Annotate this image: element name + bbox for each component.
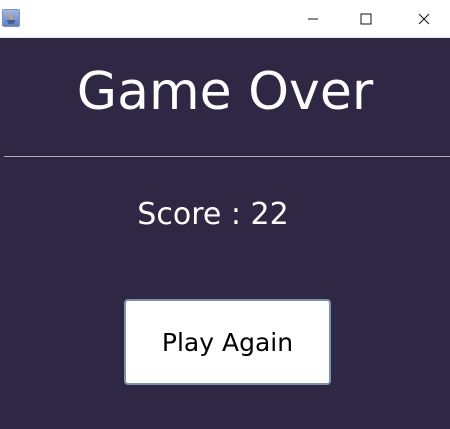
score-label: Score : 22 bbox=[137, 197, 289, 232]
game-window: Game Over Score : 22 Play Again bbox=[0, 0, 450, 429]
close-icon bbox=[418, 13, 430, 24]
minimize-icon bbox=[308, 18, 318, 19]
game-over-panel: Game Over Score : 22 Play Again bbox=[0, 38, 450, 429]
minimize-button[interactable] bbox=[290, 0, 336, 37]
maximize-icon bbox=[360, 13, 372, 24]
play-again-button[interactable]: Play Again bbox=[124, 299, 331, 385]
maximize-button[interactable] bbox=[343, 0, 389, 37]
game-over-title: Game Over bbox=[76, 62, 374, 122]
title-divider bbox=[4, 156, 450, 157]
java-app-icon[interactable] bbox=[2, 9, 20, 27]
close-button[interactable] bbox=[401, 0, 447, 37]
window-titlebar bbox=[0, 0, 450, 38]
